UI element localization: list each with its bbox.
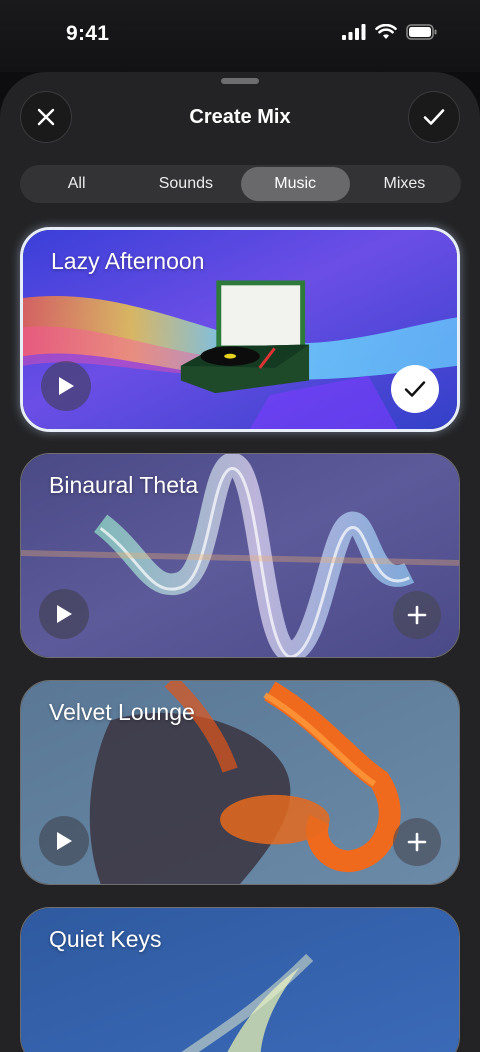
status-time: 9:41: [66, 22, 110, 45]
card-title: Quiet Keys: [49, 926, 162, 952]
card-title: Binaural Theta: [49, 472, 199, 498]
play-icon: [57, 605, 72, 623]
status-icons: [342, 24, 438, 40]
create-mix-sheet: Create Mix All Sounds Music Mixes Lazy A…: [0, 72, 480, 1052]
checkmark-icon: [404, 381, 426, 397]
confirm-button[interactable]: [408, 91, 460, 143]
card-title: Velvet Lounge: [49, 699, 195, 725]
play-button[interactable]: [39, 589, 89, 639]
battery-icon: [406, 24, 437, 40]
music-card-velvet-lounge[interactable]: Velvet Lounge: [20, 680, 460, 885]
selected-indicator-button[interactable]: [391, 365, 439, 413]
play-icon: [57, 832, 72, 850]
play-button[interactable]: [39, 816, 89, 866]
tab-sounds[interactable]: Sounds: [131, 167, 240, 201]
tab-mixes[interactable]: Mixes: [350, 167, 459, 201]
wifi-icon: [375, 24, 397, 39]
tab-all[interactable]: All: [22, 167, 131, 201]
cellular-signal-icon: [342, 24, 366, 40]
music-card-lazy-afternoon[interactable]: Lazy Afternoon: [20, 227, 460, 432]
status-bar: 9:41: [0, 0, 480, 72]
plus-icon: [407, 605, 427, 625]
add-to-mix-button[interactable]: [393, 818, 441, 866]
tab-music[interactable]: Music: [240, 167, 350, 201]
add-to-mix-button[interactable]: [393, 591, 441, 639]
music-card-binaural-theta[interactable]: Binaural Theta: [20, 453, 460, 658]
checkmark-icon: [423, 109, 445, 125]
plus-icon: [407, 832, 427, 852]
music-card-quiet-keys[interactable]: Quiet Keys: [20, 907, 460, 1052]
play-icon: [59, 377, 74, 395]
play-button[interactable]: [41, 361, 91, 411]
sheet-grabber[interactable]: [221, 78, 259, 84]
category-segmented-control: All Sounds Music Mixes: [20, 165, 461, 203]
card-title: Lazy Afternoon: [51, 248, 205, 274]
